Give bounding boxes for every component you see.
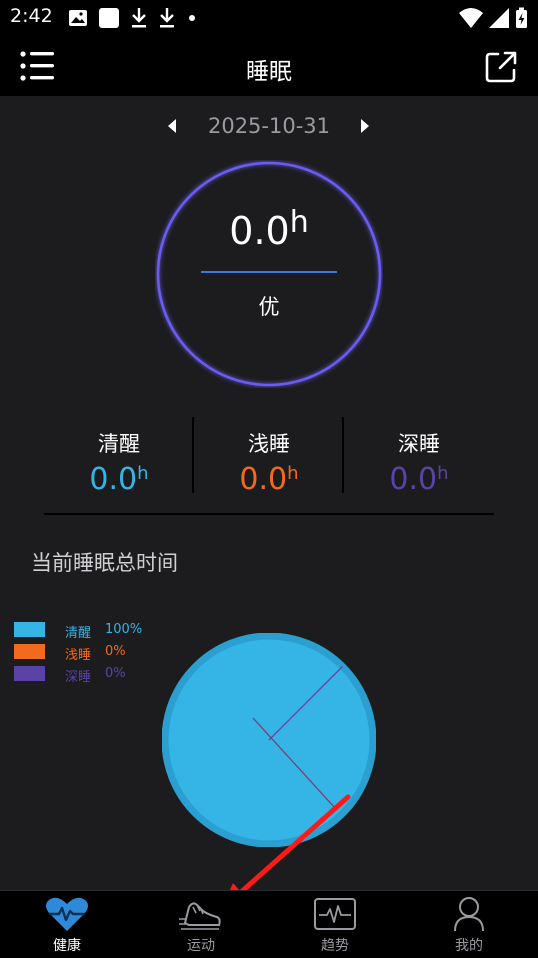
stat-unit: h xyxy=(137,463,149,484)
legend-swatch xyxy=(14,666,45,681)
share-icon[interactable] xyxy=(484,50,518,84)
trend-chart-icon xyxy=(314,898,356,930)
stat-number: 0.0 xyxy=(89,462,138,497)
tab-health[interactable]: 健康 xyxy=(0,891,134,958)
legend-item: 浅睡 0% xyxy=(14,643,174,665)
stat-awake: 清醒 0.0h xyxy=(44,415,194,497)
page-title: 睡眠 xyxy=(246,59,292,85)
system-icons xyxy=(459,7,528,29)
sleep-grade: 优 xyxy=(258,295,280,319)
stat-label: 清醒 xyxy=(98,432,140,456)
stats-divider xyxy=(44,513,494,515)
tab-me[interactable]: 我的 xyxy=(402,891,536,958)
battery-charging-icon xyxy=(516,7,527,28)
legend-label: 浅睡 xyxy=(65,648,92,663)
dot-icon xyxy=(189,15,195,21)
legend-value: 0% xyxy=(105,644,126,659)
legend-swatch xyxy=(14,644,45,659)
legend-item: 深睡 0% xyxy=(14,665,174,687)
sleep-total-unit: h xyxy=(289,205,309,240)
date-navigator: 2025-10-31 xyxy=(0,110,538,144)
legend-value: 0% xyxy=(105,666,126,681)
signal-icon xyxy=(489,8,509,28)
download-icon xyxy=(132,8,146,28)
stat-number: 0.0 xyxy=(239,462,288,497)
stat-label: 深睡 xyxy=(398,432,440,456)
wifi-icon xyxy=(459,8,483,28)
sleep-total-value: 0.0h xyxy=(155,205,383,253)
section-title: 当前睡眠总时间 xyxy=(31,551,178,575)
stat-value: 0.0h xyxy=(44,462,194,497)
tab-trends[interactable]: 趋势 xyxy=(268,891,402,958)
sleep-total-number: 0.0 xyxy=(229,209,290,253)
notification-icons xyxy=(68,7,198,29)
user-icon xyxy=(454,897,484,932)
stat-unit: h xyxy=(437,463,449,484)
shoe-icon xyxy=(179,902,221,930)
image-icon xyxy=(69,10,87,26)
sleep-total-ring xyxy=(156,161,382,387)
stat-value: 0.0h xyxy=(344,462,494,497)
tab-label: 运动 xyxy=(187,938,215,954)
heart-pulse-icon xyxy=(46,897,88,931)
stat-number: 0.0 xyxy=(389,462,438,497)
current-date: 2025-10-31 xyxy=(207,114,331,138)
stat-deep-sleep: 深睡 0.0h xyxy=(344,415,494,497)
stat-unit: h xyxy=(287,463,299,484)
tab-label: 我的 xyxy=(455,938,483,954)
app-header: 睡眠 xyxy=(0,36,538,96)
stat-value: 0.0h xyxy=(194,462,344,497)
download-icon xyxy=(160,8,174,28)
ring-divider xyxy=(201,271,337,273)
status-time: 2:42 xyxy=(10,5,53,27)
bottom-tab-bar: 健康 运动 趋势 我的 xyxy=(0,890,538,958)
legend-item: 清醒 100% xyxy=(14,621,174,643)
chart-legend: 清醒 100% 浅睡 0% 深睡 0% xyxy=(14,621,174,687)
legend-label: 深睡 xyxy=(65,670,92,685)
stat-light-sleep: 浅睡 0.0h xyxy=(194,415,344,497)
app-icon xyxy=(99,8,119,28)
status-bar: 2:42 xyxy=(0,0,538,36)
stat-label: 浅睡 xyxy=(248,432,290,456)
tab-label: 趋势 xyxy=(321,938,349,954)
next-day-icon[interactable] xyxy=(358,118,372,134)
legend-value: 100% xyxy=(105,622,143,637)
sleep-pie-chart xyxy=(162,633,376,847)
legend-label: 清醒 xyxy=(65,626,92,641)
tab-exercise[interactable]: 运动 xyxy=(134,891,268,958)
sleep-stats: 清醒 0.0h 浅睡 0.0h 深睡 0.0h xyxy=(44,415,494,497)
legend-swatch xyxy=(14,622,45,637)
tab-label: 健康 xyxy=(53,938,81,954)
